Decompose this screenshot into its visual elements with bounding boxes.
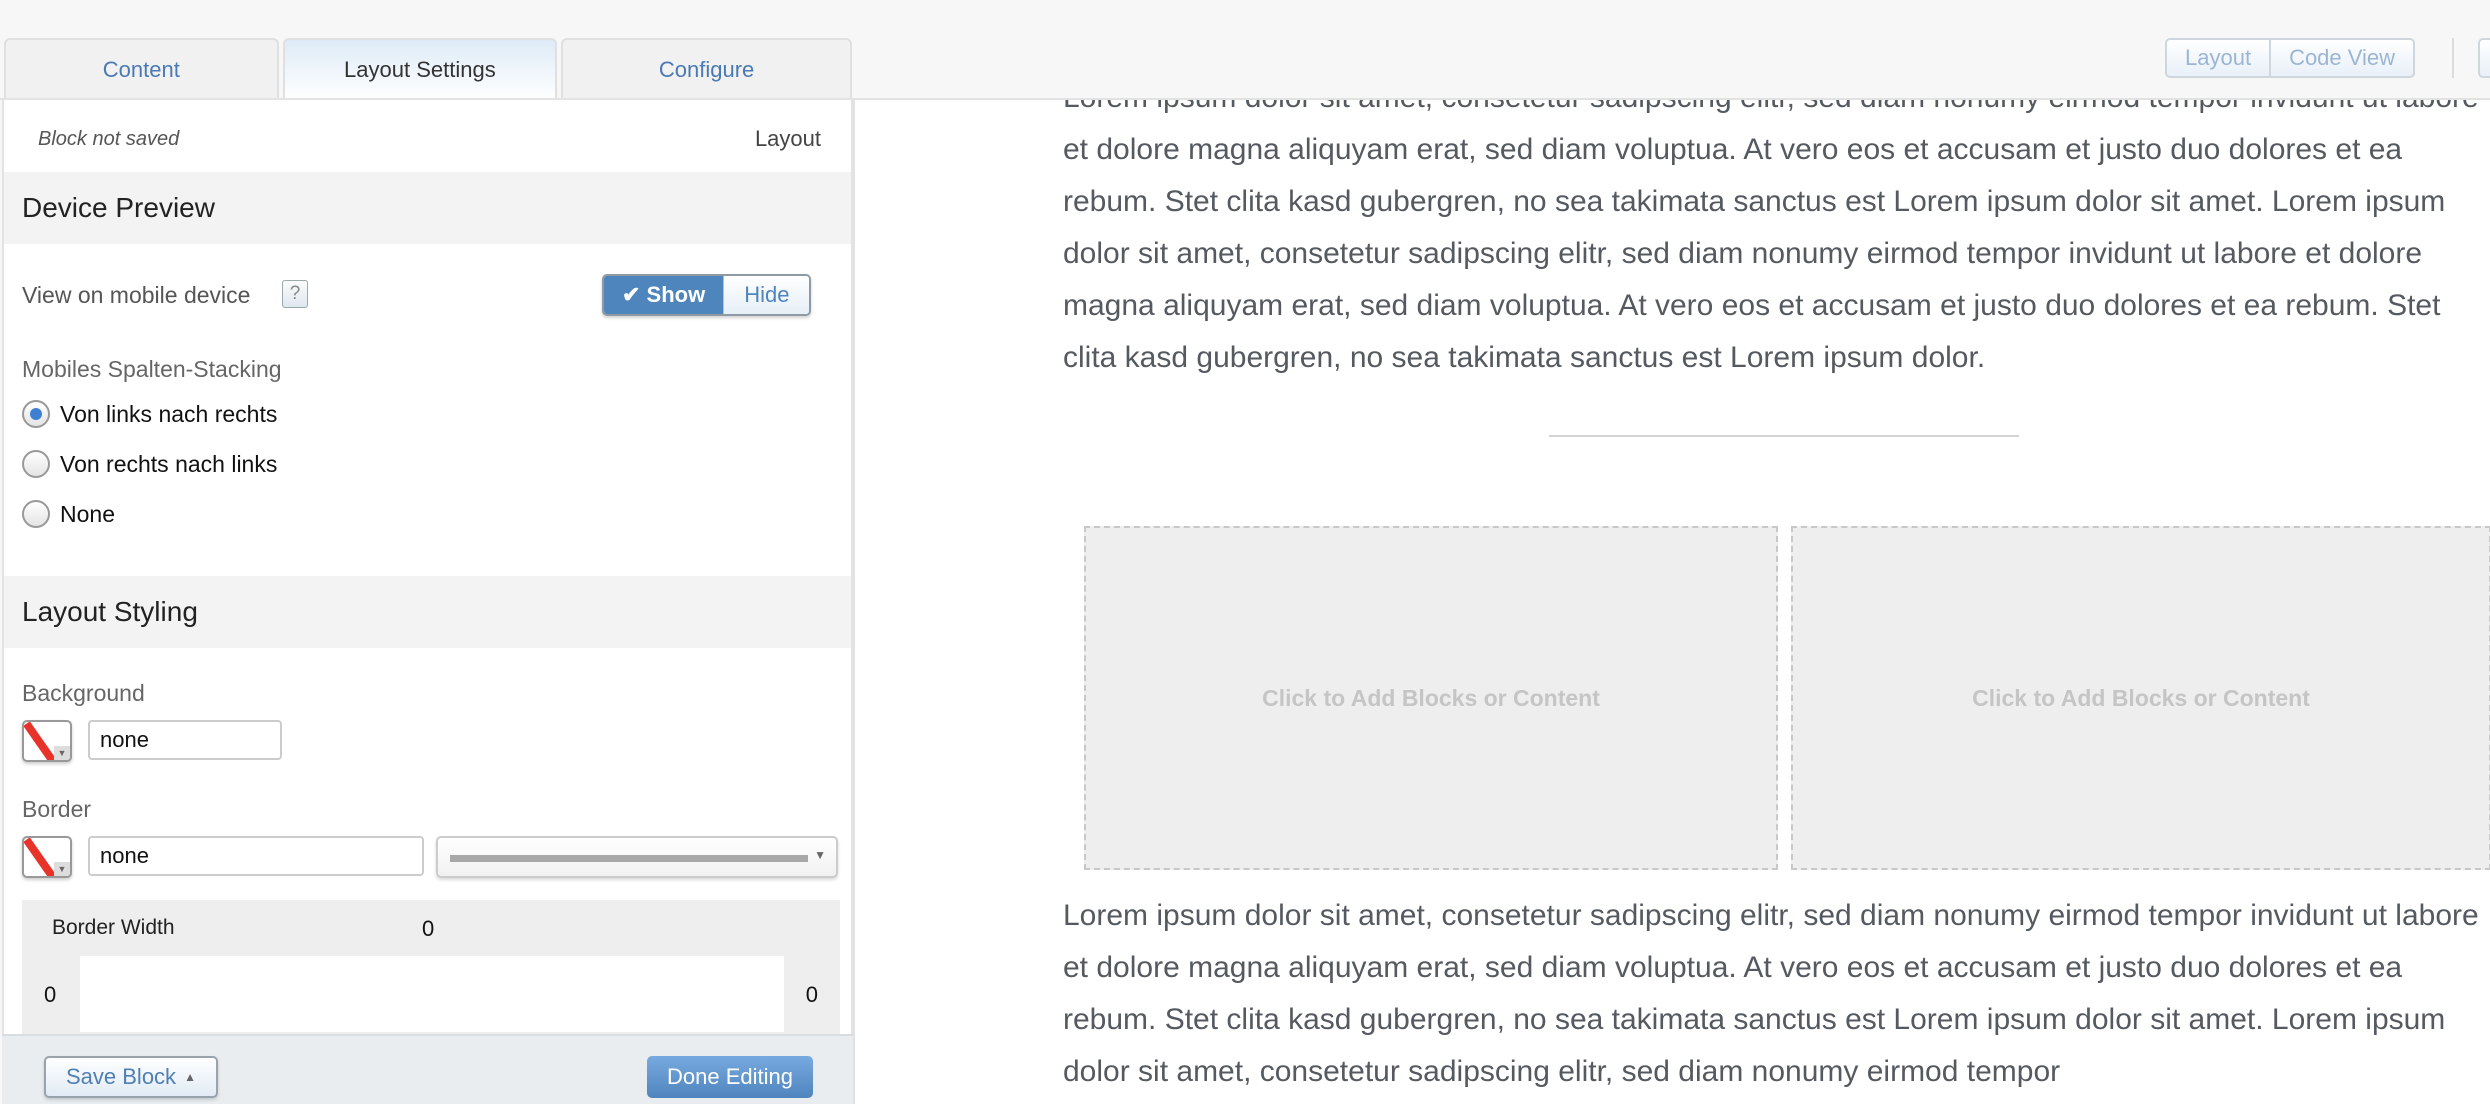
stacking-none-row-wrap: None: [4, 492, 851, 542]
show-label: Show: [646, 282, 706, 307]
radio-label: Von links nach rechts: [60, 400, 278, 427]
done-editing-button[interactable]: Done Editing: [647, 1056, 813, 1098]
text-block-bottom[interactable]: Lorem ipsum dolor sit amet, consetetur s…: [1063, 890, 2483, 1098]
radio-label: Von rechts nach links: [60, 450, 278, 477]
status-row: Block not saved Layout: [4, 100, 851, 172]
dropzone-label: Click to Add Blocks or Content: [1972, 684, 2310, 711]
block-settings-panel: Content Layout Settings Configure Block …: [0, 0, 855, 1104]
radio-label: None: [60, 500, 115, 527]
stacking-option-none[interactable]: None: [22, 500, 115, 528]
hide-button[interactable]: Hide: [723, 276, 810, 314]
background-color-input[interactable]: none: [88, 720, 282, 760]
layout-view-button[interactable]: Layout: [2167, 40, 2269, 76]
view-mode-toggle: Layout Code View: [2165, 38, 2416, 78]
border-color-input[interactable]: none: [88, 836, 424, 876]
background-color-picker[interactable]: ▼: [22, 720, 72, 762]
stacking-label: Mobiles Spalten-Stacking: [22, 356, 282, 382]
toolbar-overflow-button[interactable]: [2478, 38, 2490, 78]
code-view-button[interactable]: Code View: [2269, 40, 2413, 76]
stacking-option-left-to-right[interactable]: Von links nach rechts: [22, 400, 277, 428]
radio-unchecked-icon[interactable]: [22, 500, 50, 528]
device-preview-section: View on mobile device ? ✔ Show Hide Mobi…: [4, 244, 851, 492]
dropdown-caret-icon: ▼: [54, 746, 70, 760]
border-width-right[interactable]: 0: [806, 982, 818, 1008]
show-hide-toggle: ✔ Show Hide: [602, 274, 812, 316]
save-status: Block not saved: [38, 128, 180, 150]
tab-content[interactable]: Content: [4, 38, 279, 100]
check-icon: ✔: [622, 282, 647, 307]
border-width-preview: [80, 956, 784, 1032]
panel-mode-label: Layout: [754, 126, 821, 151]
dropzone-label: Click to Add Blocks or Content: [1262, 684, 1600, 711]
horizontal-divider: [1549, 435, 2019, 437]
show-button[interactable]: ✔ Show: [604, 276, 724, 314]
section-heading-device-preview: Device Preview: [4, 172, 851, 244]
view-on-mobile-label: View on mobile device: [22, 282, 251, 308]
border-color-picker[interactable]: ▼: [22, 836, 72, 878]
column-dropzone-right[interactable]: Click to Add Blocks or Content: [1791, 526, 2490, 870]
page-builder: Layout Code View Lorem ipsum dolor sit a…: [0, 0, 2490, 1104]
border-width-editor: Border Width 0 0 0: [22, 900, 840, 1034]
solid-line-preview: [450, 855, 808, 862]
panel-tabs: Content Layout Settings Configure: [4, 38, 853, 100]
border-width-top[interactable]: 0: [422, 916, 434, 942]
panel-footer: Save Block ▲ Done Editing: [2, 1034, 853, 1104]
border-width-label: Border Width: [52, 916, 175, 939]
column-dropzone-left[interactable]: Click to Add Blocks or Content: [1084, 526, 1778, 870]
stacking-option-right-to-left[interactable]: Von rechts nach links: [22, 450, 277, 478]
tab-layout-settings[interactable]: Layout Settings: [282, 38, 558, 100]
section-heading-layout-styling: Layout Styling: [4, 576, 851, 648]
text-block-top[interactable]: Lorem ipsum dolor sit amet, consetetur s…: [1063, 100, 2483, 384]
layout-styling-section: Background ▼ none Border ▼ none ▼ Border…: [4, 648, 851, 1034]
radio-checked-icon[interactable]: [22, 400, 50, 428]
toolbar-divider: [2452, 38, 2454, 78]
tab-configure[interactable]: Configure: [561, 38, 853, 100]
save-block-label: Save Block: [66, 1064, 177, 1089]
border-style-select[interactable]: ▼: [436, 836, 838, 878]
panel-body: Block not saved Layout Device Preview Vi…: [2, 98, 853, 1034]
border-label: Border: [22, 796, 92, 822]
save-block-button[interactable]: Save Block ▲: [44, 1056, 218, 1098]
radio-unchecked-icon[interactable]: [22, 450, 50, 478]
caret-up-icon: ▲: [184, 1070, 196, 1084]
content-canvas: Lorem ipsum dolor sit amet, consetetur s…: [853, 100, 2490, 1104]
help-icon[interactable]: ?: [282, 280, 308, 308]
chevron-down-icon: ▼: [814, 848, 826, 862]
background-label: Background: [22, 680, 145, 706]
dropdown-caret-icon: ▼: [54, 862, 70, 876]
border-width-left[interactable]: 0: [44, 982, 56, 1008]
